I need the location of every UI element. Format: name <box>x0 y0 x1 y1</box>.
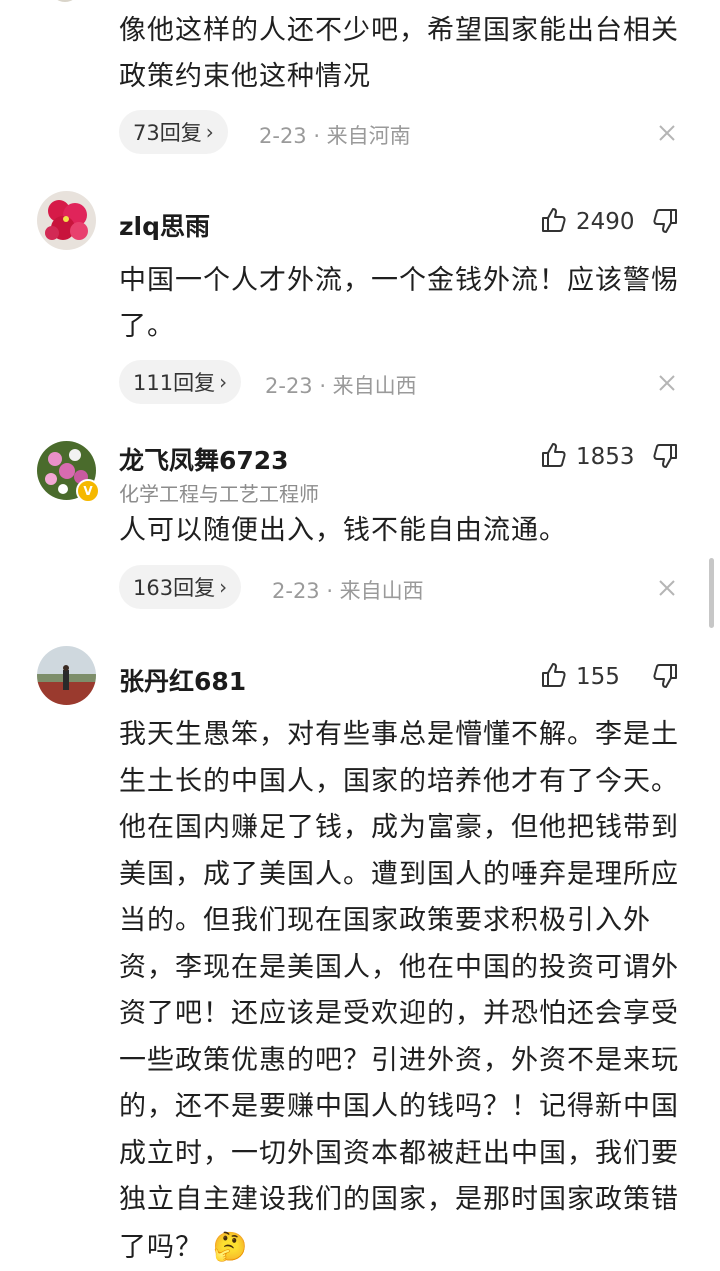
scrollbar[interactable] <box>709 558 714 628</box>
comment-meta: 2-23 · 来自河南 <box>259 124 411 148</box>
dislike-button[interactable] <box>651 207 679 235</box>
close-icon[interactable] <box>656 372 678 394</box>
comment-meta: 2-23 · 来自山西 <box>272 579 424 603</box>
thumbs-down-icon <box>653 444 677 468</box>
like-count: 2490 <box>576 209 635 235</box>
chevron-right-icon: › <box>219 370 228 394</box>
avatar[interactable] <box>37 646 96 705</box>
username[interactable]: 张丹红681 <box>119 662 246 698</box>
thumbs-down-icon <box>653 664 677 688</box>
comment-text-body: 我天生愚笨，对有些事总是懵懂不解。李是土生土长的中国人，国家的培养他才有了今天。… <box>119 719 679 1263</box>
reply-count-button[interactable]: 73回复 › <box>119 110 228 154</box>
comment-text: 中国一个人才外流，一个金钱外流！应该警惕了。 <box>119 265 679 342</box>
like-button[interactable]: 1853 <box>540 441 635 473</box>
reply-count-button[interactable]: 111回复 › <box>119 360 242 404</box>
verified-badge-icon: V <box>76 479 100 503</box>
top-avatar-stub <box>50 0 80 2</box>
comment-meta: 2-23 · 来自山西 <box>265 374 417 398</box>
avatar[interactable] <box>37 191 96 250</box>
thumbs-up-icon <box>540 661 568 693</box>
comment-text: 像他这样的人还不少吧，希望国家能出台相关政策约束他这种情况 <box>119 15 679 92</box>
thumbs-up-icon <box>540 206 568 238</box>
username[interactable]: zlq思雨 <box>119 207 210 243</box>
thinking-emoji-icon: 🤔 <box>212 1229 249 1263</box>
reply-count-label: 73回复 <box>133 121 202 145</box>
dislike-button[interactable] <box>651 442 679 470</box>
reply-count-label: 111回复 <box>133 371 216 395</box>
thumbs-down-icon <box>653 209 677 233</box>
dislike-button[interactable] <box>651 662 679 690</box>
thumbs-up-icon <box>540 441 568 473</box>
comment-text: 人可以随便出入，钱不能自由流通。 <box>119 515 567 546</box>
like-count: 1853 <box>576 444 635 470</box>
close-icon[interactable] <box>656 577 678 599</box>
reply-count-label: 163回复 <box>133 576 216 600</box>
like-button[interactable]: 155 <box>540 661 620 693</box>
like-count: 155 <box>576 664 620 690</box>
chevron-right-icon: › <box>219 575 228 599</box>
username[interactable]: 龙飞凤舞6723 <box>119 441 289 477</box>
chevron-right-icon: › <box>205 120 214 144</box>
reply-count-button[interactable]: 163回复 › <box>119 565 242 609</box>
user-title: 化学工程与工艺工程师 <box>119 482 319 506</box>
like-button[interactable]: 2490 <box>540 206 635 238</box>
comment-text: 我天生愚笨，对有些事总是懵懂不解。李是土生土长的中国人，国家的培养他才有了今天。… <box>119 712 699 1271</box>
close-icon[interactable] <box>656 122 678 144</box>
